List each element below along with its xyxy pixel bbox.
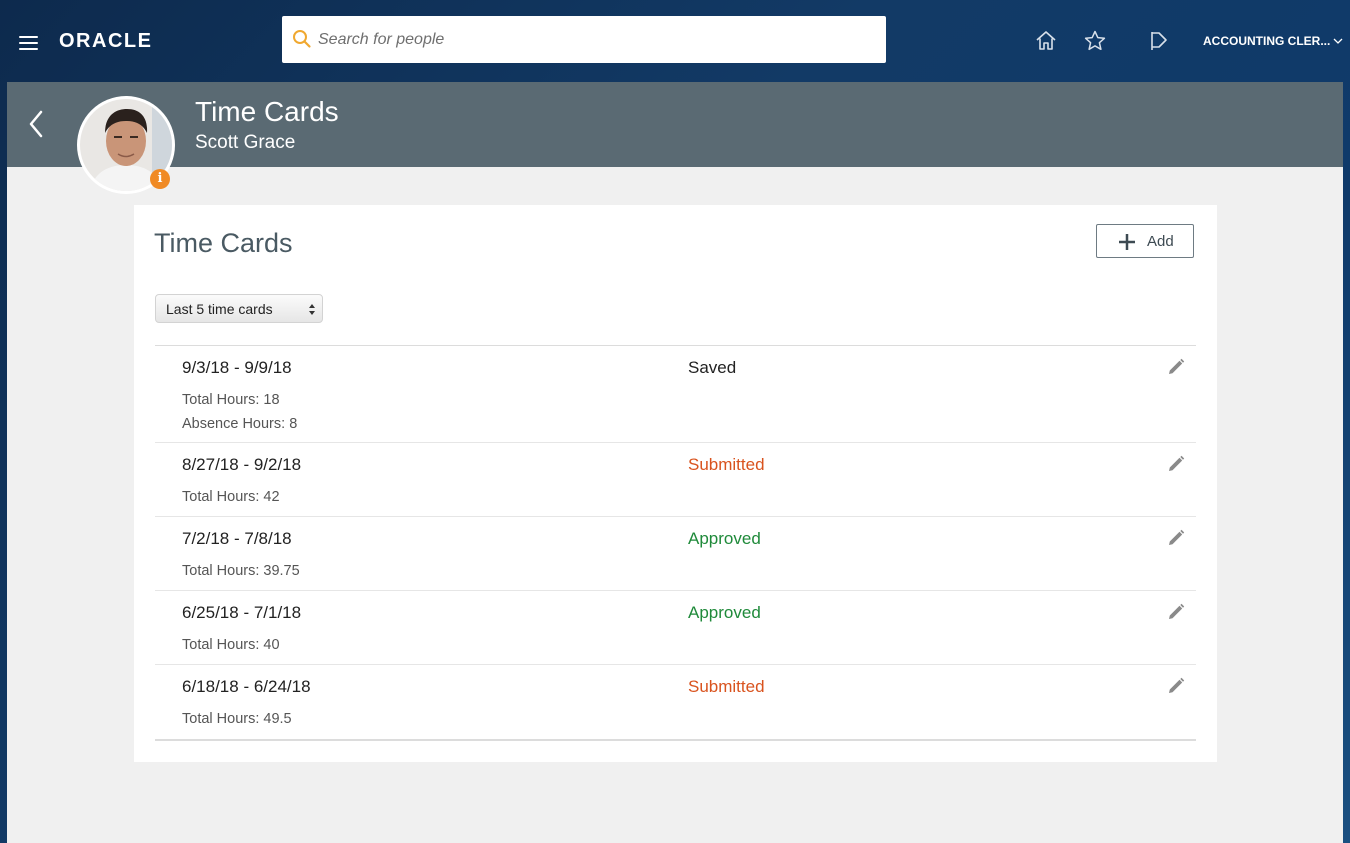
time-card-row[interactable]: 8/27/18 - 9/2/18 Submitted Total Hours: … — [155, 443, 1196, 517]
add-button[interactable]: Add — [1096, 224, 1194, 258]
total-hours: Total Hours: 40 — [182, 637, 280, 653]
oracle-logo: ORACLE — [59, 30, 153, 52]
top-bar: ORACLE ACCOUNTING CLER... — [0, 0, 1350, 82]
person-name: Scott Grace — [195, 132, 296, 153]
pencil-edit-icon[interactable] — [1166, 602, 1186, 622]
plus-icon — [1119, 234, 1135, 250]
time-card-row[interactable]: 9/3/18 - 9/9/18 Saved Total Hours: 18 Ab… — [155, 346, 1196, 443]
status-label: Approved — [688, 603, 761, 622]
filter-selected-value: Last 5 time cards — [166, 301, 273, 317]
user-role-label: ACCOUNTING CLER... — [1203, 34, 1331, 48]
page-header: Time Cards Scott Grace — [7, 82, 1343, 167]
star-icon[interactable] — [1083, 29, 1107, 53]
time-card-list: 9/3/18 - 9/9/18 Saved Total Hours: 18 Ab… — [155, 345, 1196, 741]
chevron-down-icon — [1333, 38, 1343, 44]
total-hours: Total Hours: 42 — [182, 489, 280, 505]
hamburger-menu-icon[interactable] — [19, 36, 38, 50]
info-badge-icon[interactable]: i — [150, 169, 170, 189]
flag-icon[interactable] — [1147, 29, 1171, 53]
search-icon — [293, 30, 311, 48]
add-button-label: Add — [1147, 233, 1174, 250]
panel-title: Time Cards — [154, 228, 293, 258]
total-hours: Total Hours: 39.75 — [182, 563, 300, 579]
pencil-edit-icon[interactable] — [1166, 676, 1186, 696]
time-cards-panel: Time Cards Add Last 5 time cards 9/3/18 … — [134, 205, 1217, 762]
time-card-filter-select[interactable]: Last 5 time cards — [155, 294, 323, 323]
date-range: 8/27/18 - 9/2/18 — [182, 455, 302, 474]
pencil-edit-icon[interactable] — [1166, 528, 1186, 548]
date-range: 9/3/18 - 9/9/18 — [182, 358, 292, 377]
date-range: 7/2/18 - 7/8/18 — [182, 529, 292, 548]
back-arrow-icon[interactable] — [27, 109, 45, 139]
user-role-menu[interactable]: ACCOUNTING CLER... — [1203, 34, 1343, 50]
status-label: Approved — [688, 529, 761, 548]
search-input[interactable] — [318, 16, 868, 63]
date-range: 6/25/18 - 7/1/18 — [182, 603, 302, 622]
total-hours: Total Hours: 18 — [182, 392, 280, 408]
pencil-edit-icon[interactable] — [1166, 454, 1186, 474]
time-card-row[interactable]: 6/25/18 - 7/1/18 Approved Total Hours: 4… — [155, 591, 1196, 665]
time-card-row[interactable]: 6/18/18 - 6/24/18 Submitted Total Hours:… — [155, 665, 1196, 739]
date-range: 6/18/18 - 6/24/18 — [182, 677, 311, 696]
time-card-row[interactable]: 7/2/18 - 7/8/18 Approved Total Hours: 39… — [155, 517, 1196, 591]
status-label: Submitted — [688, 455, 765, 474]
select-arrows-icon — [309, 304, 315, 315]
status-label: Saved — [688, 358, 737, 377]
pencil-edit-icon[interactable] — [1166, 357, 1186, 377]
absence-hours: Absence Hours: 8 — [182, 416, 298, 432]
people-search-box[interactable] — [282, 16, 886, 63]
total-hours: Total Hours: 49.5 — [182, 711, 292, 727]
status-label: Submitted — [688, 677, 765, 696]
page-title: Time Cards — [195, 96, 339, 127]
home-icon[interactable] — [1034, 29, 1058, 53]
